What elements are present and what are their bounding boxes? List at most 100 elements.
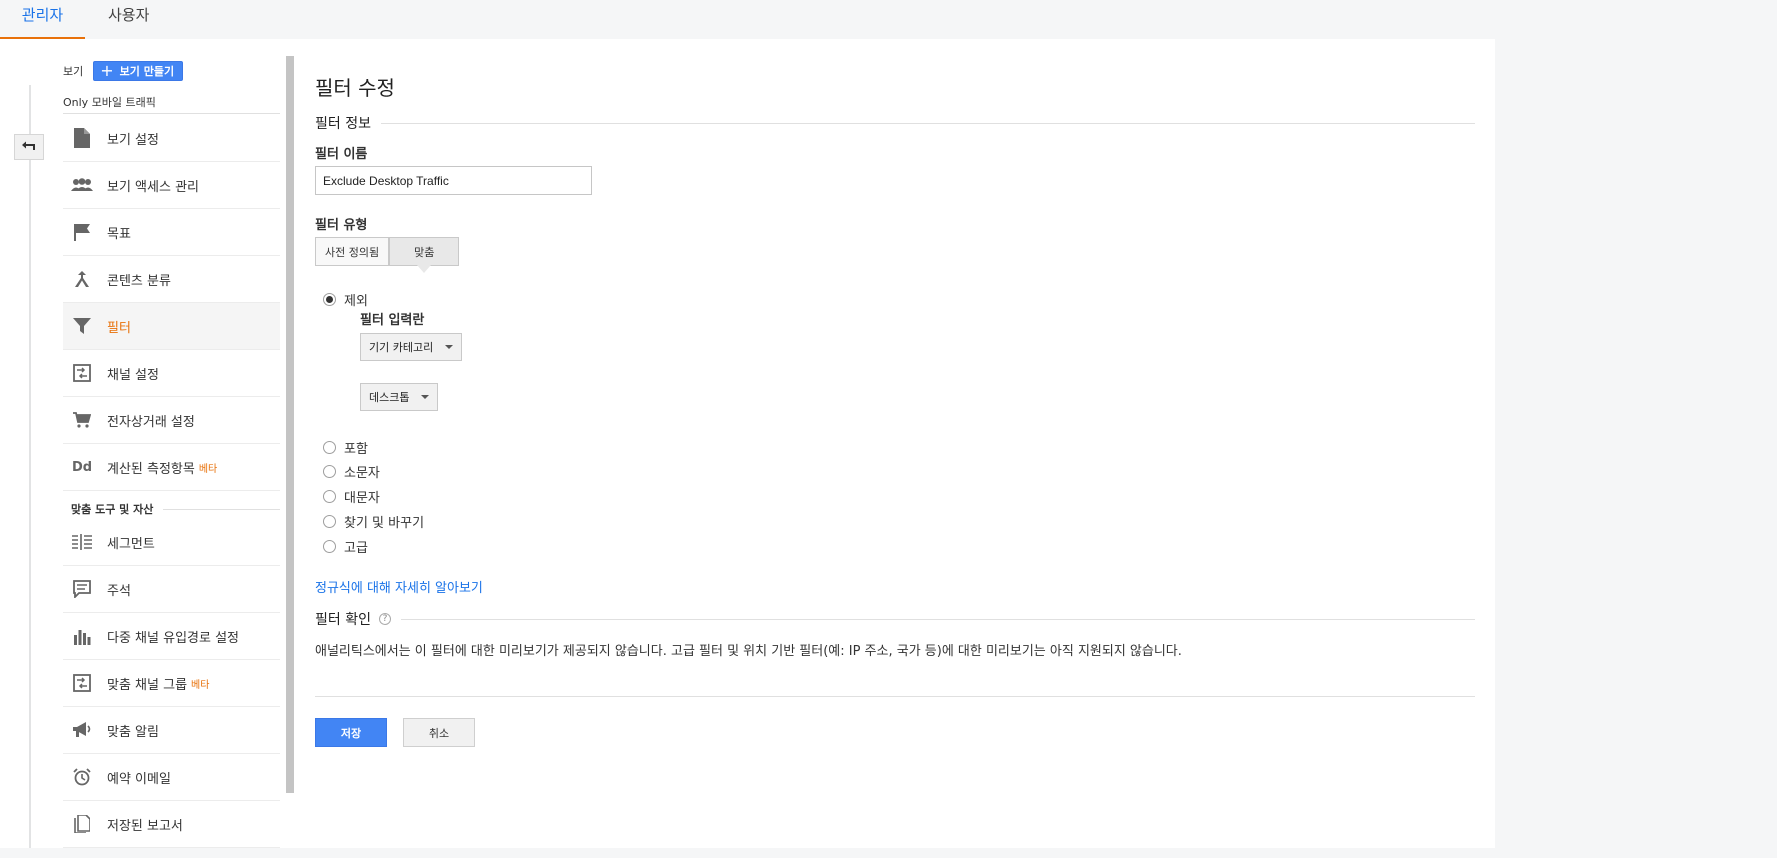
radio-search-replace[interactable]: 찾기 및 바꾸기 xyxy=(323,512,424,531)
sidebar-item-saved-reports[interactable]: 저장된 보고서 xyxy=(63,801,280,848)
sidebar-item-scheduled-emails[interactable]: 예약 이메일 xyxy=(63,754,280,801)
sidebar-item-label: 보기 설정 xyxy=(107,132,159,148)
radio-button[interactable] xyxy=(323,540,336,553)
filter-name-label: 필터 이름 xyxy=(315,147,368,162)
channel-settings-icon xyxy=(71,362,93,384)
sidebar-item-channel-settings[interactable]: 채널 설정 xyxy=(63,350,280,397)
sidebar-item-filters[interactable]: 필터 xyxy=(63,303,280,350)
divider xyxy=(380,122,1475,124)
sidebar-item-label: 세그먼트 xyxy=(107,536,155,552)
sidebar-item-label: 주석 xyxy=(107,583,131,599)
page-title: 필터 수정 xyxy=(315,76,395,100)
sidebar-item-custom-channel-groups[interactable]: 맞춤 채널 그룹 베타 xyxy=(63,660,280,707)
radio-lowercase[interactable]: 소문자 xyxy=(323,462,380,481)
radio-button[interactable] xyxy=(323,465,336,478)
tab-admin[interactable]: 관리자 xyxy=(0,0,85,39)
beta-badge: 베타 xyxy=(191,679,210,691)
radio-button[interactable] xyxy=(323,441,336,454)
radio-label: 찾기 및 바꾸기 xyxy=(344,516,425,531)
sidebar-item-goals[interactable]: 목표 xyxy=(63,209,280,256)
sidebar-item-label: 맞춤 알림 xyxy=(107,724,159,740)
collapse-back-button[interactable] xyxy=(14,134,44,160)
filter-info-section: 필터 정보 xyxy=(315,113,1475,133)
sidebar-item-label: 다중 채널 유입경로 설정 xyxy=(107,630,239,646)
sidebar-item-label: 전자상거래 설정 xyxy=(107,414,195,430)
section-title: 필터 정보 xyxy=(315,116,371,132)
sidebar-item-user-management[interactable]: 보기 액세스 관리 xyxy=(63,162,280,209)
caret-down-icon xyxy=(445,345,454,349)
sidebar-item-label: 보기 액세스 관리 xyxy=(107,179,199,195)
divider xyxy=(63,113,280,114)
merge-icon xyxy=(71,268,93,290)
nav-list: 보기 설정 보기 액세스 관리 목표 콘텐츠 분류 필터 채널 설정 전자상거래… xyxy=(63,115,280,491)
sidebar-item-content-grouping[interactable]: 콘텐츠 분류 xyxy=(63,256,280,303)
radio-button[interactable] xyxy=(323,293,336,306)
sidebar-item-label: 저장된 보고서 xyxy=(107,818,183,834)
sidebar-item-segments[interactable]: 세그먼트 xyxy=(63,519,280,566)
channel-group-icon xyxy=(71,672,93,694)
radio-uppercase[interactable]: 대문자 xyxy=(323,487,380,506)
filter-type-label: 필터 유형 xyxy=(315,218,368,233)
sidebar-item-ecommerce-settings[interactable]: 전자상거래 설정 xyxy=(63,397,280,444)
alarm-clock-icon xyxy=(71,766,93,788)
regex-help-link[interactable]: 정규식에 대해 자세히 알아보기 xyxy=(315,577,483,596)
back-arrow-icon xyxy=(22,141,35,150)
filter-name-input[interactable] xyxy=(315,166,592,195)
filter-value-dropdown[interactable]: 데스크톱 xyxy=(360,383,439,411)
sidebar-scrollbar[interactable] xyxy=(286,56,294,793)
bar-chart-icon xyxy=(71,625,93,647)
radio-label: 대문자 xyxy=(344,491,380,506)
sidebar-item-mcf-settings[interactable]: 다중 채널 유입경로 설정 xyxy=(63,613,280,660)
sidebar-item-label: 예약 이메일 xyxy=(107,771,171,787)
radio-label: 포함 xyxy=(344,442,368,457)
radio-label: 고급 xyxy=(344,541,368,556)
sidebar-item-custom-alerts[interactable]: 맞춤 알림 xyxy=(63,707,280,754)
sidebar-item-view-settings[interactable]: 보기 설정 xyxy=(63,115,280,162)
sidebar-item-label: 채널 설정 xyxy=(107,367,159,383)
sidebar-item-label: 목표 xyxy=(107,226,131,242)
radio-advanced[interactable]: 고급 xyxy=(323,537,368,556)
verify-message: 애널리틱스에서는 이 필터에 대한 미리보기가 제공되지 않습니다. 고급 필터… xyxy=(315,644,1182,659)
radio-label: 소문자 xyxy=(344,466,380,481)
section-header: 맞춤 도구 및 자산 xyxy=(63,499,280,519)
help-icon[interactable]: ? xyxy=(378,613,391,625)
radio-label: 제외 xyxy=(344,294,368,309)
beta-badge: 베타 xyxy=(198,463,218,475)
predefined-button[interactable]: 사전 정의됨 xyxy=(315,237,390,266)
radio-include[interactable]: 포함 xyxy=(323,438,368,457)
cart-icon xyxy=(71,409,93,431)
people-icon xyxy=(71,174,93,196)
radio-exclude[interactable]: 제외 xyxy=(323,290,368,309)
dd-icon: Dd xyxy=(71,459,93,475)
plus-icon: + xyxy=(100,61,114,80)
divider xyxy=(400,618,1475,620)
segment-icon xyxy=(71,531,93,553)
create-view-button[interactable]: + 보기 만들기 xyxy=(93,61,184,81)
view-name: Only 모바일 트래픽 xyxy=(63,96,156,109)
custom-button[interactable]: 맞춤 xyxy=(389,237,460,273)
comment-icon xyxy=(71,578,93,600)
sidebar-item-annotations[interactable]: 주석 xyxy=(63,566,280,613)
view-header: 보기 + 보기 만들기 xyxy=(63,61,184,81)
sidebar-item-calculated-metrics[interactable]: Dd 계산된 측정항목 베타 xyxy=(63,444,280,491)
radio-button[interactable] xyxy=(323,515,336,528)
radio-button[interactable] xyxy=(323,490,336,503)
saved-report-icon xyxy=(71,813,93,835)
filter-field-dropdown[interactable]: 기기 카테고리 xyxy=(360,333,463,361)
caret-down-icon xyxy=(421,395,430,399)
divider xyxy=(315,696,1475,697)
document-icon xyxy=(71,127,93,149)
filter-field-label: 필터 입력란 xyxy=(360,313,425,328)
filter-verify-section: 필터 확인 ? xyxy=(315,609,1475,629)
filter-type-toggle: 사전 정의됨 맞춤 xyxy=(315,237,460,273)
cancel-button[interactable]: 취소 xyxy=(403,718,475,747)
tab-user[interactable]: 사용자 xyxy=(108,0,152,37)
sidebar-item-label: 필터 xyxy=(107,320,131,336)
section-title: 필터 확인 xyxy=(315,612,371,628)
save-button[interactable]: 저장 xyxy=(315,718,387,747)
rail-line xyxy=(29,85,31,848)
nav-list-custom: 맞춤 도구 및 자산 세그먼트 주석 다중 채널 유입경로 설정 맞춤 채널 그… xyxy=(63,499,280,848)
flag-icon xyxy=(71,221,93,243)
view-label: 보기 xyxy=(63,65,84,78)
sidebar-item-label: 맞춤 채널 그룹 xyxy=(107,677,188,693)
